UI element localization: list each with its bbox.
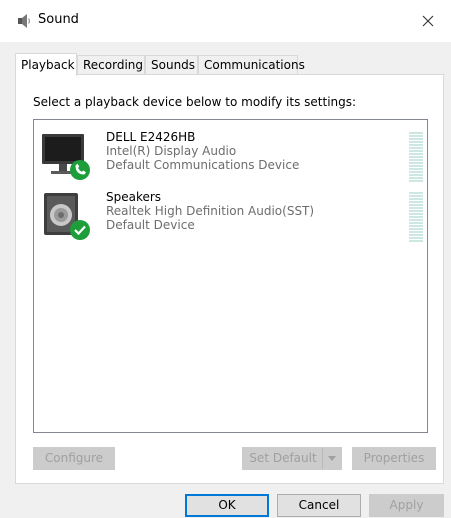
device-status: Default Device (106, 218, 195, 232)
chevron-down-icon (328, 456, 336, 461)
configure-button[interactable]: Configure (33, 447, 115, 470)
device-name: Speakers (106, 190, 162, 204)
tab-recording[interactable]: Recording (77, 55, 145, 75)
apply-button[interactable]: Apply (369, 494, 444, 517)
tab-communications[interactable]: Communications (198, 55, 305, 75)
cancel-button[interactable]: Cancel (277, 494, 361, 517)
ok-button[interactable]: OK (185, 494, 269, 517)
set-default-label: Set Default (249, 451, 317, 465)
speaker-icon (44, 193, 90, 240)
level-meter (409, 192, 423, 243)
close-icon (422, 15, 434, 27)
title-bar: Sound (0, 0, 451, 42)
tab-sounds[interactable]: Sounds (145, 55, 198, 75)
device-driver: Intel(R) Display Audio (106, 144, 237, 158)
set-default-button[interactable]: Set Default (242, 447, 342, 470)
speaker-icon (18, 14, 31, 28)
dialog-body: Playback Recording Sounds Communications… (0, 42, 451, 518)
playback-panel: Select a playback device below to modify… (15, 74, 444, 484)
set-default-dropdown[interactable] (322, 448, 341, 469)
monitor-icon (42, 134, 90, 180)
device-status: Default Communications Device (106, 158, 300, 172)
device-item-dell[interactable]: DELL E2426HB Intel(R) Display Audio Defa… (34, 126, 427, 188)
device-item-speakers[interactable]: Speakers Realtek High Definition Audio(S… (34, 186, 427, 248)
device-driver: Realtek High Definition Audio(SST) (106, 204, 315, 218)
level-meter (409, 132, 423, 183)
close-button[interactable] (405, 0, 451, 42)
device-name: DELL E2426HB (106, 130, 196, 144)
check-badge-icon (70, 220, 90, 240)
instruction-text: Select a playback device below to modify… (33, 95, 357, 109)
window-title: Sound (38, 12, 79, 27)
phone-badge-icon (70, 160, 90, 180)
device-list[interactable]: DELL E2426HB Intel(R) Display Audio Defa… (33, 119, 428, 433)
tab-playback[interactable]: Playback (15, 53, 77, 76)
properties-button[interactable]: Properties (352, 447, 436, 470)
